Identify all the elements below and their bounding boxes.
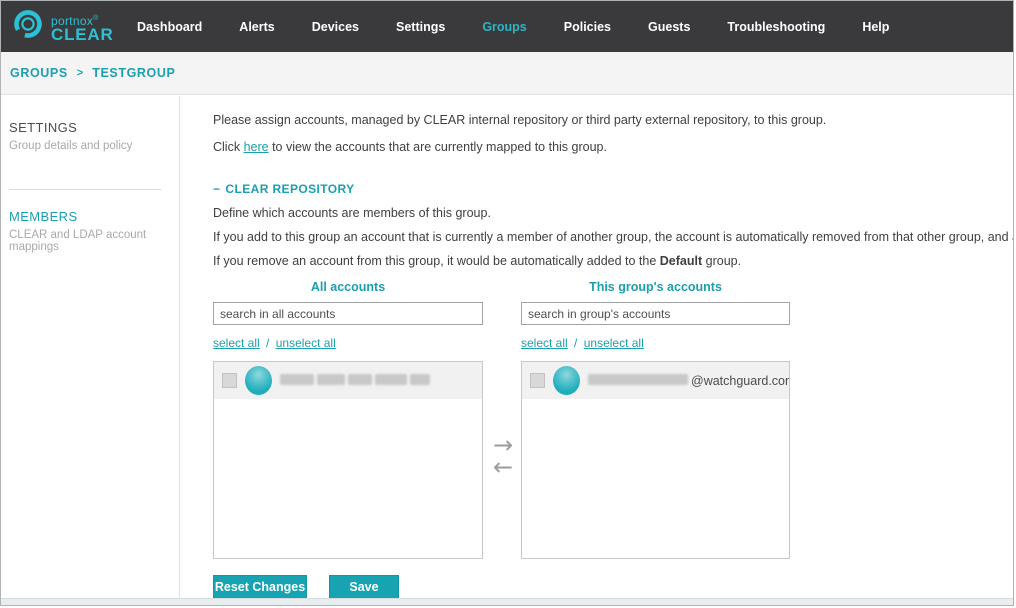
sidebar-item-settings[interactable]: SETTINGS Group details and policy (1, 120, 179, 152)
nav-item-help[interactable]: Help (862, 20, 889, 34)
portnox-clear-window: portnox® CLEAR Dashboard Alerts Devices … (0, 0, 1014, 606)
move-left-arrow-icon[interactable]: ← (488, 456, 518, 478)
account-avatar (553, 366, 580, 395)
repository-desc-2: If you add to this group an account that… (213, 230, 1014, 244)
sidebar-settings-subtitle: Group details and policy (9, 140, 179, 152)
nav-item-dashboard[interactable]: Dashboard (137, 20, 202, 34)
nav-item-groups[interactable]: Groups (482, 20, 526, 34)
nav-item-devices[interactable]: Devices (312, 20, 359, 34)
group-accounts-select-all-link[interactable]: select all (521, 336, 568, 350)
all-accounts-header: All accounts (213, 280, 483, 294)
all-accounts-select-links: select all / unselect all (213, 336, 336, 350)
intro-line-2: Click here to view the accounts that are… (213, 140, 607, 154)
clear-repository-toggle[interactable]: −CLEAR REPOSITORY (213, 182, 355, 196)
sidebar-divider (9, 189, 161, 190)
breadcrumb: GROUPS > TESTGROUP (1, 52, 1013, 95)
repository-desc-1: Define which accounts are members of thi… (213, 206, 491, 220)
here-link[interactable]: here (244, 140, 269, 154)
all-accounts-search-input[interactable] (213, 302, 483, 325)
group-accounts-unselect-all-link[interactable]: unselect all (584, 336, 644, 350)
nav-item-guests[interactable]: Guests (648, 20, 690, 34)
all-accounts-search-wrap (213, 302, 483, 325)
account-checkbox[interactable] (222, 373, 237, 388)
move-arrows: → ← (488, 434, 518, 478)
reset-changes-button[interactable]: Reset Changes (213, 575, 307, 599)
top-nav: portnox® CLEAR Dashboard Alerts Devices … (1, 1, 1013, 52)
clear-repository-title: CLEAR REPOSITORY (225, 182, 354, 196)
redacted-account-name (280, 374, 433, 388)
breadcrumb-testgroup[interactable]: TESTGROUP (92, 66, 175, 80)
group-accounts-list[interactable]: @watchguard.com (521, 361, 790, 559)
account-domain-text: @watchguard.com (691, 374, 790, 388)
links-separator: / (571, 336, 581, 350)
group-accounts-search-input[interactable] (521, 302, 790, 325)
breadcrumb-groups[interactable]: GROUPS (10, 66, 68, 80)
sidebar-item-members[interactable]: MEMBERS CLEAR and LDAP account mappings (1, 209, 179, 253)
all-accounts-select-all-link[interactable]: select all (213, 336, 260, 350)
nav-item-settings[interactable]: Settings (396, 20, 445, 34)
nav-item-alerts[interactable]: Alerts (239, 20, 274, 34)
nav-items: Dashboard Alerts Devices Settings Groups… (137, 20, 889, 34)
sidebar: SETTINGS Group details and policy MEMBER… (1, 96, 180, 598)
collapse-minus-icon: − (213, 182, 220, 196)
sidebar-members-subtitle: CLEAR and LDAP account mappings (9, 229, 179, 253)
group-accounts-header: This group's accounts (521, 280, 790, 294)
group-accounts-select-links: select all / unselect all (521, 336, 644, 350)
group-accounts-search-wrap (521, 302, 790, 325)
save-button[interactable]: Save (329, 575, 399, 599)
links-separator: / (263, 336, 273, 350)
account-avatar (245, 366, 272, 395)
redacted-account-name (588, 374, 691, 388)
portnox-ring-icon (11, 7, 45, 46)
portnox-logo[interactable]: portnox® CLEAR (1, 7, 129, 46)
repository-desc-3: If you remove an account from this group… (213, 254, 741, 268)
nav-item-policies[interactable]: Policies (564, 20, 611, 34)
footer-strip (1, 598, 1013, 605)
intro-line-1: Please assign accounts, managed by CLEAR… (213, 113, 826, 127)
logo-text: portnox® CLEAR (51, 12, 114, 41)
account-row[interactable]: @watchguard.com (522, 362, 789, 399)
all-accounts-list[interactable] (213, 361, 483, 559)
all-accounts-unselect-all-link[interactable]: unselect all (276, 336, 336, 350)
breadcrumb-chevron-icon: > (77, 67, 83, 79)
nav-item-troubleshooting[interactable]: Troubleshooting (727, 20, 825, 34)
account-checkbox[interactable] (530, 373, 545, 388)
members-content: Please assign accounts, managed by CLEAR… (181, 96, 1013, 598)
sidebar-settings-title: SETTINGS (9, 120, 179, 135)
sidebar-members-title: MEMBERS (9, 209, 179, 224)
account-row[interactable] (214, 362, 482, 399)
